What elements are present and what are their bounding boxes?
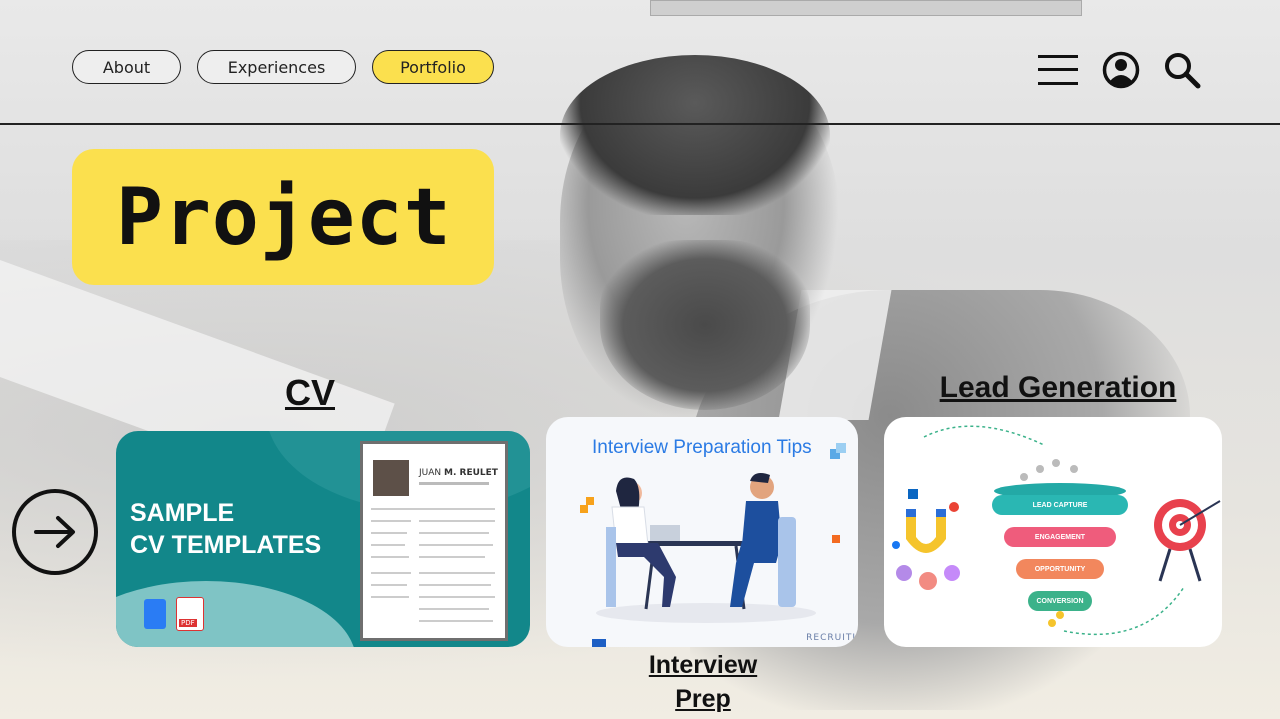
- interview-illustration: [580, 443, 846, 647]
- interview-card[interactable]: Interview Preparation Tips RECRUITI: [546, 417, 858, 647]
- menu-icon[interactable]: [1036, 52, 1080, 88]
- interview-label-line1: Interview: [648, 651, 758, 679]
- project-title-box: Project: [72, 149, 494, 285]
- cv-doc-name: JUAN M. REULET: [419, 468, 498, 478]
- nav-portfolio-button[interactable]: Portfolio: [372, 50, 494, 84]
- google-docs-icon: [144, 599, 166, 629]
- interview-label-line2: Prep: [675, 685, 731, 713]
- funnel-stage-opportunity: OPPORTUNITY: [1016, 559, 1104, 579]
- funnel-stage-lead-capture: LEAD CAPTURE: [992, 495, 1128, 515]
- cv-card[interactable]: SAMPLE CV TEMPLATES JUAN M. REULET PDF: [116, 431, 530, 647]
- account-icon[interactable]: [1102, 51, 1140, 89]
- funnel-stage-conversion: CONVERSION: [1028, 591, 1092, 611]
- cv-link[interactable]: CV: [240, 372, 380, 414]
- interview-prep-link[interactable]: Interview Prep: [620, 648, 786, 716]
- cv-photo: [373, 460, 409, 496]
- recruiti-brand: RECRUITI: [806, 633, 856, 643]
- top-nav: About Experiences Portfolio: [72, 50, 494, 84]
- nav-about-button[interactable]: About: [72, 50, 181, 84]
- next-arrow-button[interactable]: [12, 489, 98, 575]
- lead-generation-link[interactable]: Lead Generation: [920, 371, 1196, 405]
- header-divider: [0, 123, 1280, 125]
- page-title: Project: [116, 173, 452, 263]
- nav-experiences-button[interactable]: Experiences: [197, 50, 356, 84]
- arrow-right-icon: [34, 516, 75, 548]
- header-icons: [1036, 50, 1202, 90]
- funnel-stage-engagement: ENGAGEMENT: [1004, 527, 1116, 547]
- lead-generation-card[interactable]: LEAD CAPTURE ENGAGEMENT OPPORTUNITY CONV…: [884, 417, 1222, 647]
- cv-document-thumbnail: JUAN M. REULET: [360, 441, 508, 641]
- search-icon[interactable]: [1162, 50, 1202, 90]
- cv-card-headline: SAMPLE CV TEMPLATES: [130, 499, 322, 559]
- pdf-icon: PDF: [176, 597, 204, 631]
